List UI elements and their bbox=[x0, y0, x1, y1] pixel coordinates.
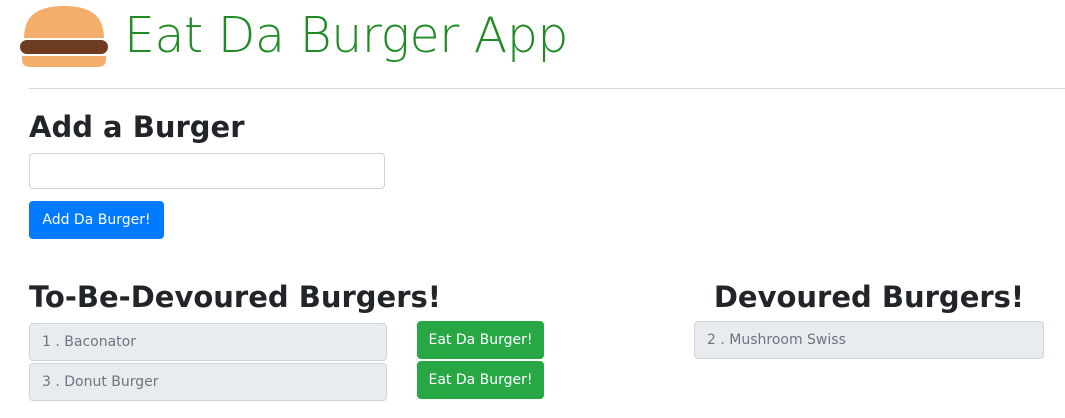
burger-name-input[interactable] bbox=[29, 153, 385, 189]
app-header: Eat Da Burger App bbox=[0, 0, 1065, 88]
header-divider bbox=[29, 88, 1065, 89]
burger-item-donut-burger: 3 . Donut Burger bbox=[29, 363, 387, 401]
burger-item-baconator: 1 . Baconator bbox=[29, 323, 387, 361]
add-burger-button[interactable]: Add Da Burger! bbox=[29, 201, 164, 239]
app-title: Eat Da Burger App bbox=[124, 7, 569, 64]
devoured-heading: Devoured Burgers! bbox=[713, 280, 1025, 314]
burger-icon bbox=[20, 6, 108, 67]
to-be-devoured-heading: To-Be-Devoured Burgers! bbox=[29, 280, 442, 314]
eat-burger-button-donut-burger[interactable]: Eat Da Burger! bbox=[417, 361, 544, 399]
devoured-item-mushroom-swiss: 2 . Mushroom Swiss bbox=[694, 321, 1044, 359]
eat-burger-button-baconator[interactable]: Eat Da Burger! bbox=[417, 321, 544, 359]
add-burger-heading: Add a Burger bbox=[29, 110, 245, 144]
